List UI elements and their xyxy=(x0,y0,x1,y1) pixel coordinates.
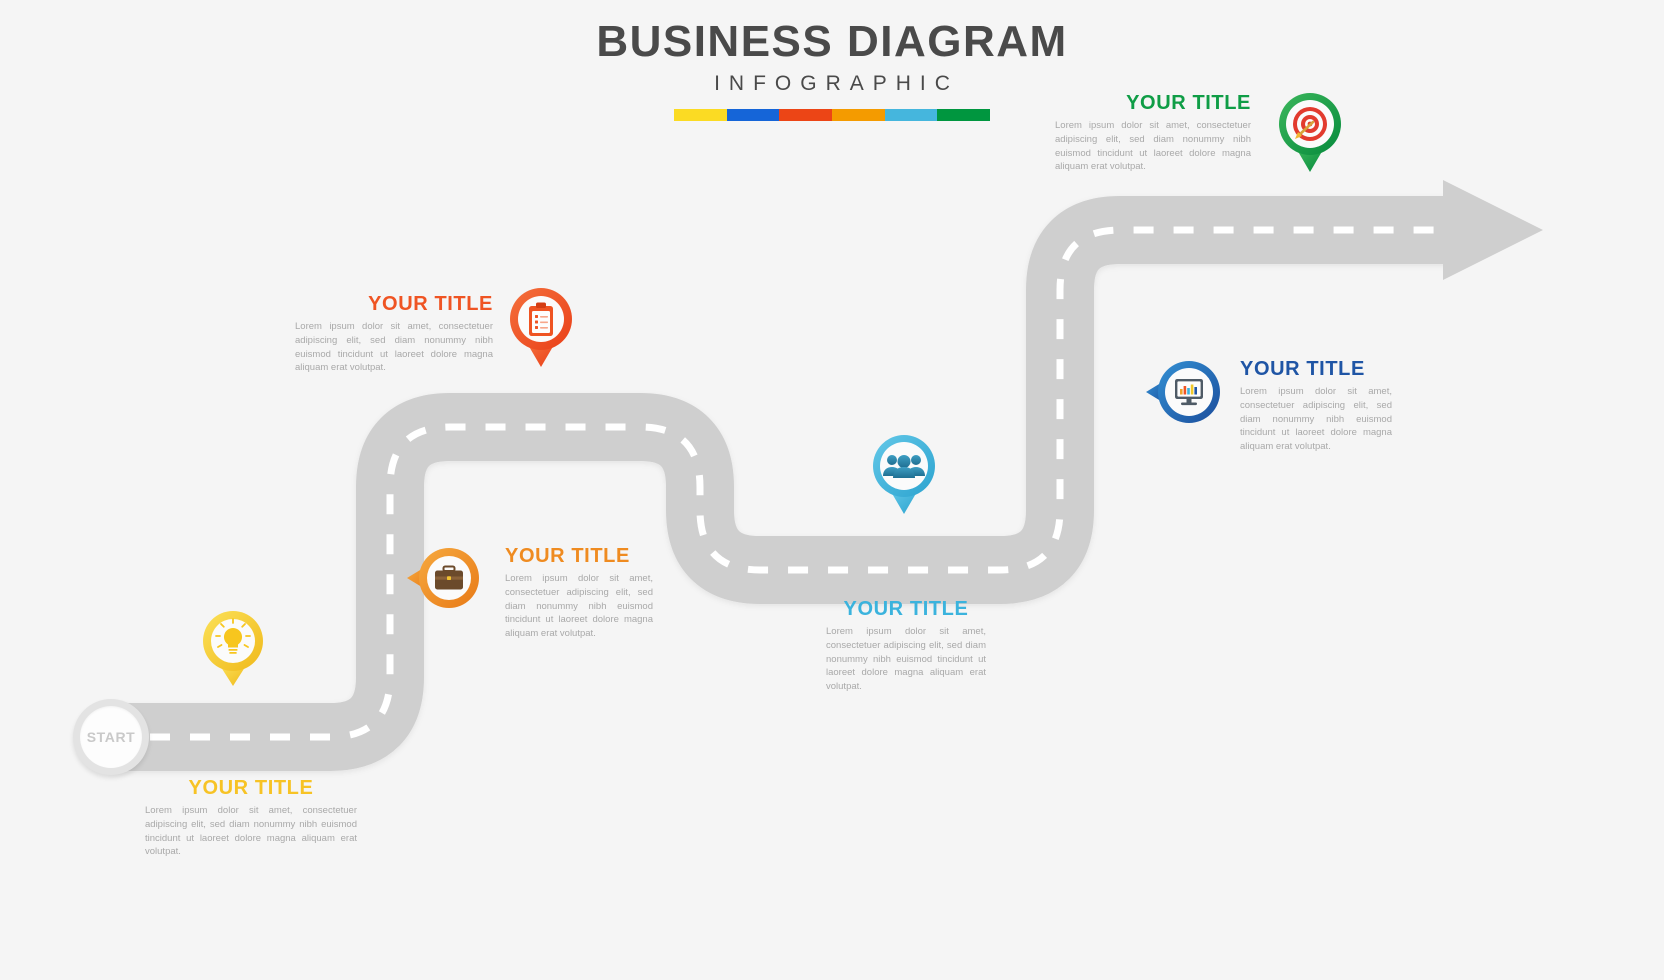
step-5-title: YOUR TITLE xyxy=(1240,358,1365,380)
step-4-title: YOUR TITLE xyxy=(843,598,969,620)
marker-step-4[interactable] xyxy=(866,430,942,518)
step-1-body: Lorem ipsum dolor sit amet, consectetuer… xyxy=(145,805,357,858)
start-marker-inner: START xyxy=(80,706,142,768)
road-arrow-head xyxy=(1443,180,1543,280)
step-2-body: Lorem ipsum dolor sit amet, consectetuer… xyxy=(505,573,653,640)
step-6-title: YOUR TITLE xyxy=(1126,92,1251,114)
text-block-step-4: YOUR TITLE Lorem ipsum dolor sit amet, c… xyxy=(826,598,986,694)
infographic-canvas: BUSINESS DIAGRAM INFOGRAPHIC START YOUR … xyxy=(0,0,1664,980)
target-icon xyxy=(1293,107,1327,141)
step-1-title: YOUR TITLE xyxy=(188,777,314,799)
text-block-step-5: YOUR TITLE Lorem ipsum dolor sit amet, c… xyxy=(1240,358,1392,454)
marker-step-2[interactable] xyxy=(404,540,490,616)
step-3-title: YOUR TITLE xyxy=(368,293,493,315)
marker-step-5[interactable] xyxy=(1143,353,1231,431)
text-block-step-1: YOUR TITLE Lorem ipsum dolor sit amet, c… xyxy=(145,777,357,859)
step-5-body: Lorem ipsum dolor sit amet, consectetuer… xyxy=(1240,386,1392,453)
start-label: START xyxy=(86,729,136,745)
marker-step-6[interactable] xyxy=(1272,86,1348,176)
start-marker[interactable]: START xyxy=(73,699,149,775)
step-2-title: YOUR TITLE xyxy=(505,545,630,567)
step-4-body: Lorem ipsum dolor sit amet, consectetuer… xyxy=(826,626,986,693)
text-block-step-2: YOUR TITLE Lorem ipsum dolor sit amet, c… xyxy=(505,545,653,641)
marker-step-3[interactable] xyxy=(505,283,577,371)
text-block-step-3: YOUR TITLE Lorem ipsum dolor sit amet, c… xyxy=(295,293,493,375)
step-3-body: Lorem ipsum dolor sit amet, consectetuer… xyxy=(295,321,493,374)
marker-step-1[interactable] xyxy=(197,608,269,690)
step-6-body: Lorem ipsum dolor sit amet, consectetuer… xyxy=(1055,120,1251,173)
text-block-step-6: YOUR TITLE Lorem ipsum dolor sit amet, c… xyxy=(1055,92,1251,174)
clipboard-icon xyxy=(529,302,553,336)
